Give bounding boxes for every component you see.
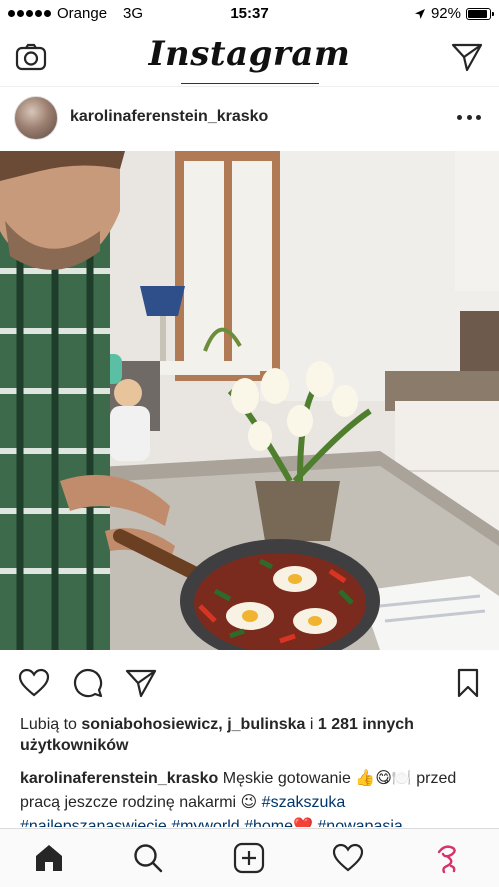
activity-heart-icon[interactable] xyxy=(331,841,365,875)
more-options-icon[interactable] xyxy=(457,107,481,127)
battery-icon xyxy=(466,7,494,20)
post-photo[interactable] xyxy=(0,151,499,650)
bottom-tab-bar xyxy=(0,828,499,887)
liked-by-users[interactable]: soniabohosiewicz, j_bulinska xyxy=(81,716,305,733)
direct-send-icon[interactable] xyxy=(450,40,484,74)
post-photo-illustration xyxy=(0,151,499,650)
caption-username[interactable]: karolinaferenstein_krasko xyxy=(20,770,218,787)
hashtags-line[interactable]: #najlepszanaswiecie #myworld #home❤️ #no… xyxy=(20,818,403,827)
home-icon[interactable] xyxy=(32,841,66,875)
likes-prefix: Lubią to xyxy=(20,716,82,733)
post-username[interactable]: karolinaferenstein_krasko xyxy=(70,108,268,126)
post-actions xyxy=(0,661,499,705)
battery-level xyxy=(468,9,488,18)
add-post-icon[interactable] xyxy=(232,841,266,875)
post-header: karolinaferenstein_krasko xyxy=(0,86,499,150)
location-arrow-icon xyxy=(414,8,425,19)
status-bar: Orange 3G 15:37 92% xyxy=(0,0,499,28)
instagram-logo: Instagram xyxy=(148,34,351,74)
battery-percent: 92% xyxy=(430,5,461,22)
likes-middle: i xyxy=(305,716,318,733)
bookmark-icon[interactable] xyxy=(451,666,485,700)
comment-icon[interactable] xyxy=(71,666,105,700)
logo-underline xyxy=(181,83,319,84)
send-icon[interactable] xyxy=(124,666,158,700)
hashtag-link[interactable]: #szakszuka xyxy=(262,794,346,811)
heart-icon[interactable] xyxy=(17,666,51,700)
status-right: 92% xyxy=(414,5,494,22)
likes-summary: Lubią to soniabohosiewicz, j_bulinska i … xyxy=(20,714,480,756)
avatar[interactable] xyxy=(14,96,58,140)
profile-icon[interactable] xyxy=(430,841,464,875)
search-icon[interactable] xyxy=(131,841,165,875)
top-navigation: Instagram xyxy=(0,28,499,86)
post-caption: karolinaferenstein_krasko Męskie gotowan… xyxy=(20,767,490,827)
